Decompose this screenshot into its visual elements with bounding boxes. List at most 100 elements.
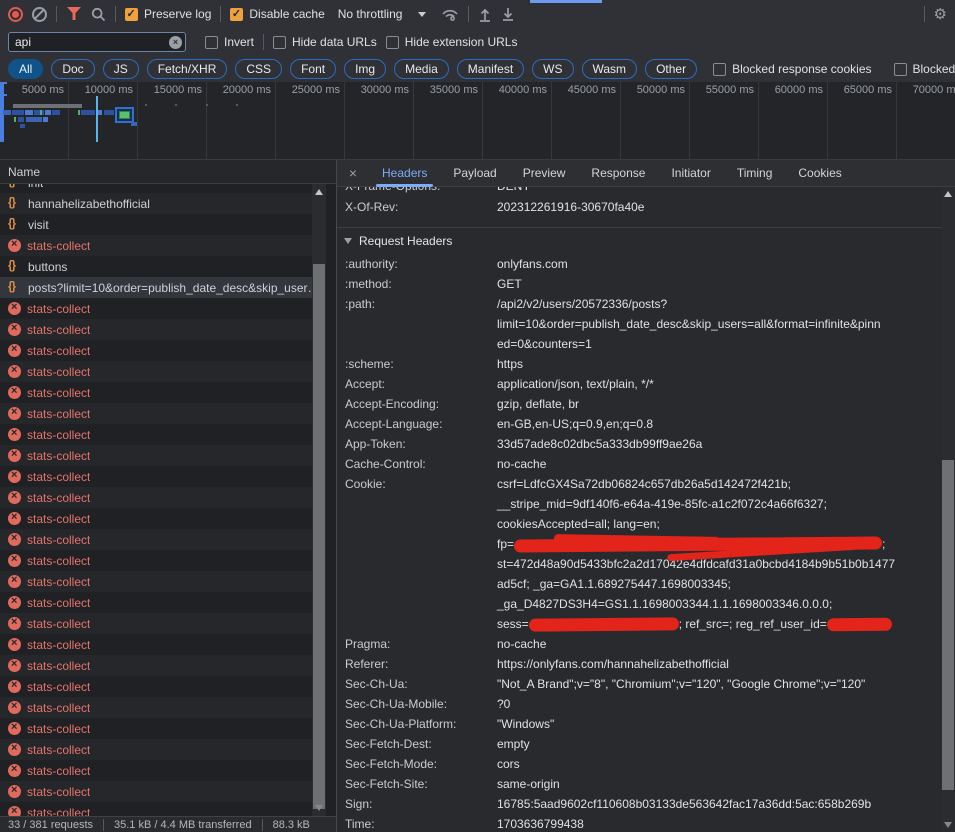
details-tab[interactable]: Preview <box>510 160 579 187</box>
request-row[interactable]: visit <box>0 214 312 235</box>
hide-extension-urls-checkbox[interactable] <box>386 36 399 49</box>
request-row[interactable]: stats-collect <box>0 781 312 802</box>
name-column-header[interactable]: Name <box>0 160 336 184</box>
request-row[interactable]: stats-collect <box>0 676 312 697</box>
type-filter-pill[interactable]: Manifest <box>457 59 524 79</box>
details-tab[interactable]: Payload <box>440 160 509 187</box>
import-har-icon[interactable] <box>478 7 492 22</box>
export-har-icon[interactable] <box>501 7 515 22</box>
request-row[interactable]: stats-collect <box>0 487 312 508</box>
request-row[interactable]: stats-collect <box>0 739 312 760</box>
request-row[interactable]: stats-collect <box>0 592 312 613</box>
request-row[interactable]: stats-collect <box>0 571 312 592</box>
request-filter-checkbox[interactable] <box>713 63 726 76</box>
invert-checkbox[interactable] <box>205 36 218 49</box>
scrollbar-thumb[interactable] <box>942 460 954 790</box>
request-filter-checkbox-group[interactable]: Blocked response cookies <box>713 62 871 76</box>
hide-data-urls-checkbox[interactable] <box>273 36 286 49</box>
type-filter-pill[interactable]: Wasm <box>582 59 638 79</box>
type-filter-pill[interactable]: Media <box>394 59 449 79</box>
header-row: Accept:application/json, text/plain, */* <box>337 374 941 394</box>
filter-icon[interactable] <box>66 7 82 21</box>
request-row[interactable]: stats-collect <box>0 802 312 816</box>
request-row[interactable]: stats-collect <box>0 298 312 319</box>
request-name: visit <box>28 218 49 232</box>
request-row[interactable]: stats-collect <box>0 340 312 361</box>
gear-icon[interactable]: ⚙ <box>934 7 947 22</box>
request-row[interactable]: buttons <box>0 256 312 277</box>
summary-item: 88.3 kB <box>262 819 320 831</box>
timeline-tick-label: 20000 ms <box>207 82 276 159</box>
throttling-dropdown[interactable]: No throttling <box>338 7 427 21</box>
request-type-icon <box>8 512 21 525</box>
request-row[interactable]: stats-collect <box>0 529 312 550</box>
details-tab[interactable]: Response <box>578 160 658 187</box>
request-row[interactable]: stats-collect <box>0 550 312 571</box>
clear-filter-icon[interactable]: × <box>169 36 182 49</box>
type-filter-pill[interactable]: Doc <box>51 59 94 79</box>
preserve-log-group[interactable]: Preserve log <box>125 7 211 21</box>
header-row: X-Of-Rev: 202312261916-30670fa40e <box>337 197 941 217</box>
filter-input[interactable] <box>8 32 186 52</box>
request-row[interactable]: stats-collect <box>0 382 312 403</box>
header-row: :scheme:https <box>337 354 941 374</box>
request-row[interactable]: stats-collect <box>0 424 312 445</box>
headers-content: X-Frame-Options: DENY X-Of-Rev: 20231226… <box>337 187 941 832</box>
hide-extension-urls-group[interactable]: Hide extension URLs <box>386 35 518 49</box>
type-filter-pill[interactable]: Font <box>290 59 336 79</box>
scroll-up-icon[interactable] <box>944 191 952 197</box>
scroll-down-icon[interactable] <box>315 805 323 811</box>
details-tab[interactable]: Timing <box>724 160 786 187</box>
request-row[interactable]: stats-collect <box>0 319 312 340</box>
request-row[interactable]: init <box>0 184 312 193</box>
type-filter-pill[interactable]: All <box>8 59 43 79</box>
request-row[interactable]: stats-collect <box>0 655 312 676</box>
waterfall-dot <box>175 104 177 106</box>
clear-log-icon[interactable] <box>32 7 47 22</box>
request-type-icon <box>8 638 21 651</box>
request-row[interactable]: stats-collect <box>0 613 312 634</box>
request-row[interactable]: stats-collect <box>0 760 312 781</box>
network-conditions-icon[interactable] <box>441 7 459 22</box>
request-row[interactable]: stats-collect <box>0 697 312 718</box>
request-filter-checkbox[interactable] <box>894 63 907 76</box>
scroll-up-icon[interactable] <box>315 189 323 195</box>
scrollbar-thumb[interactable] <box>313 264 325 809</box>
preserve-log-checkbox[interactable] <box>125 8 138 21</box>
request-row[interactable]: stats-collect <box>0 403 312 424</box>
request-headers-section[interactable]: Request Headers <box>337 228 941 254</box>
request-name: stats-collect <box>27 659 90 673</box>
close-icon[interactable]: × <box>337 165 369 181</box>
search-icon[interactable] <box>91 7 106 22</box>
type-filter-pill[interactable]: Fetch/XHR <box>147 59 228 79</box>
request-row[interactable]: stats-collect <box>0 466 312 487</box>
request-filter-checkbox-group[interactable]: Blocked requests <box>894 62 955 76</box>
type-filter-pill[interactable]: CSS <box>235 59 282 79</box>
type-filter-pill[interactable]: Img <box>344 59 386 79</box>
request-row[interactable]: stats-collect <box>0 445 312 466</box>
details-tab[interactable]: Initiator <box>658 160 723 187</box>
record-icon[interactable] <box>8 7 23 22</box>
request-list-scrollbar[interactable] <box>312 184 326 816</box>
details-tab[interactable]: Cookies <box>785 160 854 187</box>
redaction-scribble <box>827 618 892 632</box>
disable-cache-checkbox[interactable] <box>230 8 243 21</box>
request-row[interactable]: stats-collect <box>0 508 312 529</box>
disable-cache-group[interactable]: Disable cache <box>230 7 324 21</box>
details-scrollbar[interactable] <box>941 187 955 832</box>
request-row[interactable]: stats-collect <box>0 361 312 382</box>
invert-group[interactable]: Invert <box>205 35 254 49</box>
scroll-down-icon[interactable] <box>944 822 952 828</box>
type-filter-pill[interactable]: Other <box>645 59 697 79</box>
details-tab[interactable]: Headers <box>369 160 440 187</box>
request-row[interactable]: hannahelizabethofficial <box>0 193 312 214</box>
request-row[interactable]: stats-collect <box>0 718 312 739</box>
type-filter-pill[interactable]: JS <box>103 59 139 79</box>
network-overview-timeline[interactable]: 5000 ms10000 ms15000 ms20000 ms25000 ms3… <box>0 82 955 160</box>
request-row[interactable]: stats-collect <box>0 634 312 655</box>
request-row[interactable]: stats-collect <box>0 235 312 256</box>
type-filter-pill[interactable]: WS <box>532 59 573 79</box>
request-row[interactable]: posts?limit=10&order=publish_date_desc&s… <box>0 277 312 298</box>
header-key: Accept: <box>345 374 497 394</box>
hide-data-urls-group[interactable]: Hide data URLs <box>273 35 377 49</box>
